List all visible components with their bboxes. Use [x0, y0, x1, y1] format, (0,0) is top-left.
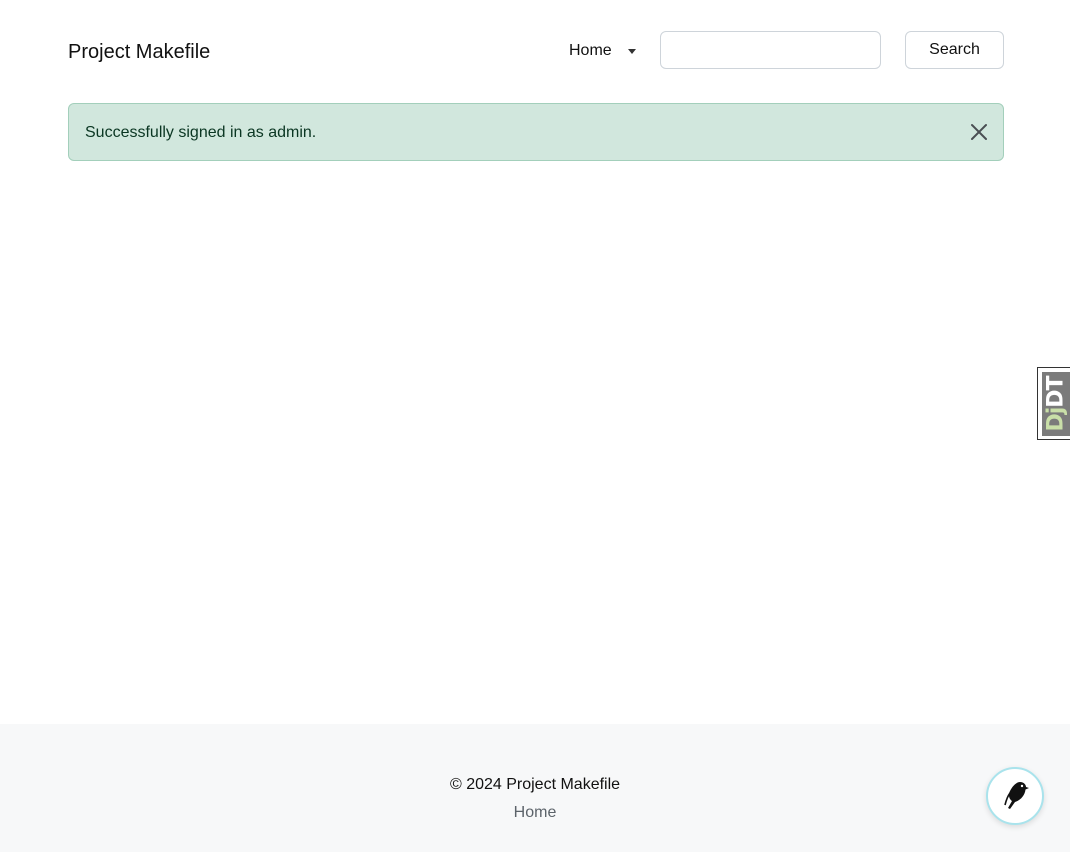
- search-button[interactable]: Search: [905, 31, 1004, 69]
- success-alert: Successfully signed in as admin.: [68, 103, 1004, 161]
- page: Project Makefile Home Search Successfull…: [0, 0, 1070, 852]
- close-icon[interactable]: [969, 122, 989, 142]
- debug-toolbar-handle[interactable]: DjDT: [1037, 367, 1070, 440]
- footer-home-link[interactable]: Home: [0, 803, 1070, 823]
- alert-message: Successfully signed in as admin.: [85, 124, 317, 141]
- brand-link[interactable]: Project Makefile: [68, 40, 210, 64]
- home-dropdown-label: Home: [569, 42, 612, 59]
- home-dropdown[interactable]: Home: [569, 41, 636, 61]
- bird-icon: [1004, 782, 1029, 809]
- debug-toolbar-logo: DjDT: [1042, 372, 1070, 436]
- floating-action-button[interactable]: [986, 767, 1044, 825]
- footer-copyright: © 2024 Project Makefile: [449, 776, 621, 793]
- chevron-down-icon: [627, 48, 636, 54]
- footer: © 2024 Project Makefile Home: [0, 724, 1070, 852]
- search-input[interactable]: [660, 31, 881, 69]
- debug-toolbar-label: DjDT: [1044, 376, 1069, 432]
